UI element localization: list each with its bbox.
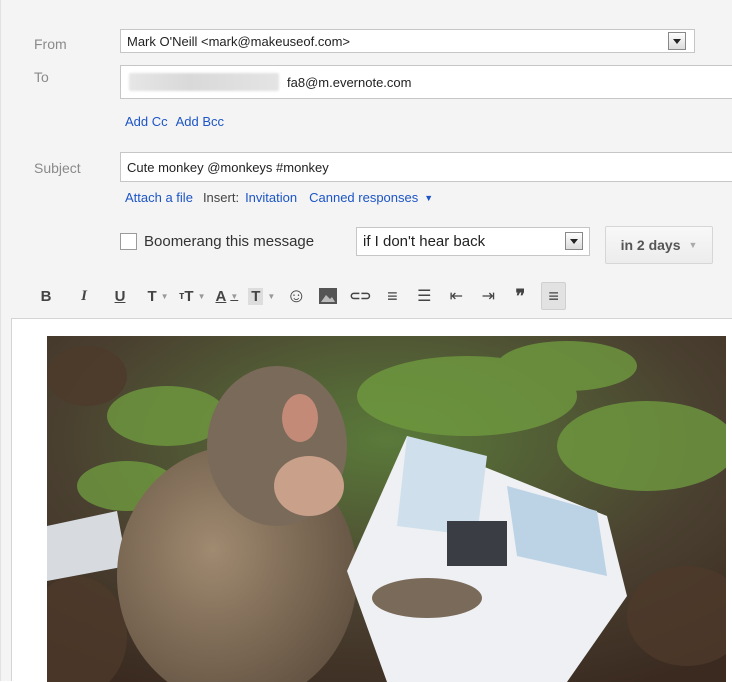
boomerang-dropdown-arrow-icon[interactable] [565, 232, 583, 250]
insert-invitation-link[interactable]: Invitation [245, 190, 297, 205]
from-value: Mark O'Neill <mark@makeuseof.com> [127, 33, 351, 49]
image-icon [319, 288, 338, 304]
from-label: From [34, 36, 67, 52]
insert-label: Insert: [202, 190, 240, 205]
to-value: fa8@m.evernote.com [287, 74, 412, 90]
italic-button[interactable]: I [73, 282, 95, 310]
highlight-color-icon: T [248, 287, 264, 305]
text-color-icon: A [215, 287, 227, 305]
from-select[interactable]: Mark O'Neill <mark@makeuseof.com> [120, 29, 695, 53]
bold-button[interactable]: B [35, 282, 57, 310]
indent-less-button[interactable]: ⇤ [445, 282, 467, 310]
boomerang-condition-value: if I don't hear back [363, 233, 486, 250]
indent-more-icon: ⇥ [481, 288, 496, 305]
to-label: To [34, 69, 49, 85]
quote-button[interactable]: ❞ [509, 282, 531, 310]
boomerang-time-caret-icon: ▼ [688, 240, 698, 250]
font-size-icon: T [184, 287, 194, 305]
font-size-button[interactable]: ᴛ T ▼ [179, 282, 205, 310]
numbered-list-button[interactable]: ≡ [381, 282, 403, 310]
align-button[interactable]: ≡ [541, 282, 566, 310]
font-button[interactable]: T ▼ [147, 282, 169, 310]
underline-button[interactable]: U [109, 282, 131, 310]
boomerang-label: Boomerang this message [144, 233, 315, 250]
emoji-button[interactable]: ☺ [285, 282, 307, 310]
compose-panel: From Mark O'Neill <mark@makeuseof.com> T… [0, 0, 732, 682]
indent-less-icon: ⇤ [449, 288, 464, 305]
bold-icon: B [40, 287, 52, 305]
indent-more-button[interactable]: ⇥ [477, 282, 499, 310]
formatting-toolbar: B I U T ▼ ᴛ T ▼ A ▼ T ▼ ☺ ⊂⊃ ≡ ☰ ⇤ ⇥ ❞ ≡ [35, 280, 732, 312]
attach-file-link[interactable]: Attach a file [125, 190, 193, 205]
underline-icon: U [114, 287, 126, 305]
subject-value: Cute monkey @monkeys #monkey [127, 159, 329, 175]
canned-responses-link[interactable]: Canned responses [309, 190, 418, 205]
boomerang-time-label: in 2 days [620, 237, 681, 253]
text-color-button[interactable]: A ▼ [215, 282, 238, 310]
monkey-photo [47, 336, 726, 682]
from-dropdown-arrow-icon[interactable] [668, 32, 686, 50]
quote-icon: ❞ [515, 285, 526, 306]
insert-link-button[interactable]: ⊂⊃ [349, 282, 371, 310]
boomerang-checkbox[interactable] [120, 233, 137, 250]
message-body-editor[interactable] [11, 318, 732, 682]
to-input[interactable]: fa8@m.evernote.com [120, 65, 732, 99]
highlight-color-button[interactable]: T ▼ [248, 282, 275, 310]
redacted-address [129, 73, 279, 91]
boomerang-time-button[interactable]: in 2 days ▼ [605, 226, 713, 264]
subject-input[interactable]: Cute monkey @monkeys #monkey [120, 152, 732, 182]
emoji-icon: ☺ [286, 284, 307, 307]
canned-responses-caret-icon[interactable]: ▼ [424, 193, 433, 203]
boomerang-condition-select[interactable]: if I don't hear back [356, 227, 590, 256]
align-left-icon: ≡ [548, 285, 559, 306]
add-bcc-link[interactable]: Add Bcc [176, 114, 224, 129]
italic-icon: I [81, 287, 87, 304]
bulleted-list-button[interactable]: ☰ [413, 282, 435, 310]
link-icon: ⊂⊃ [349, 288, 372, 303]
font-icon: T [147, 287, 157, 305]
subject-label: Subject [34, 160, 81, 176]
add-cc-link[interactable]: Add Cc [125, 114, 168, 129]
bulleted-list-icon: ☰ [417, 288, 432, 305]
insert-image-button[interactable] [317, 282, 339, 310]
numbered-list-icon: ≡ [387, 285, 398, 306]
